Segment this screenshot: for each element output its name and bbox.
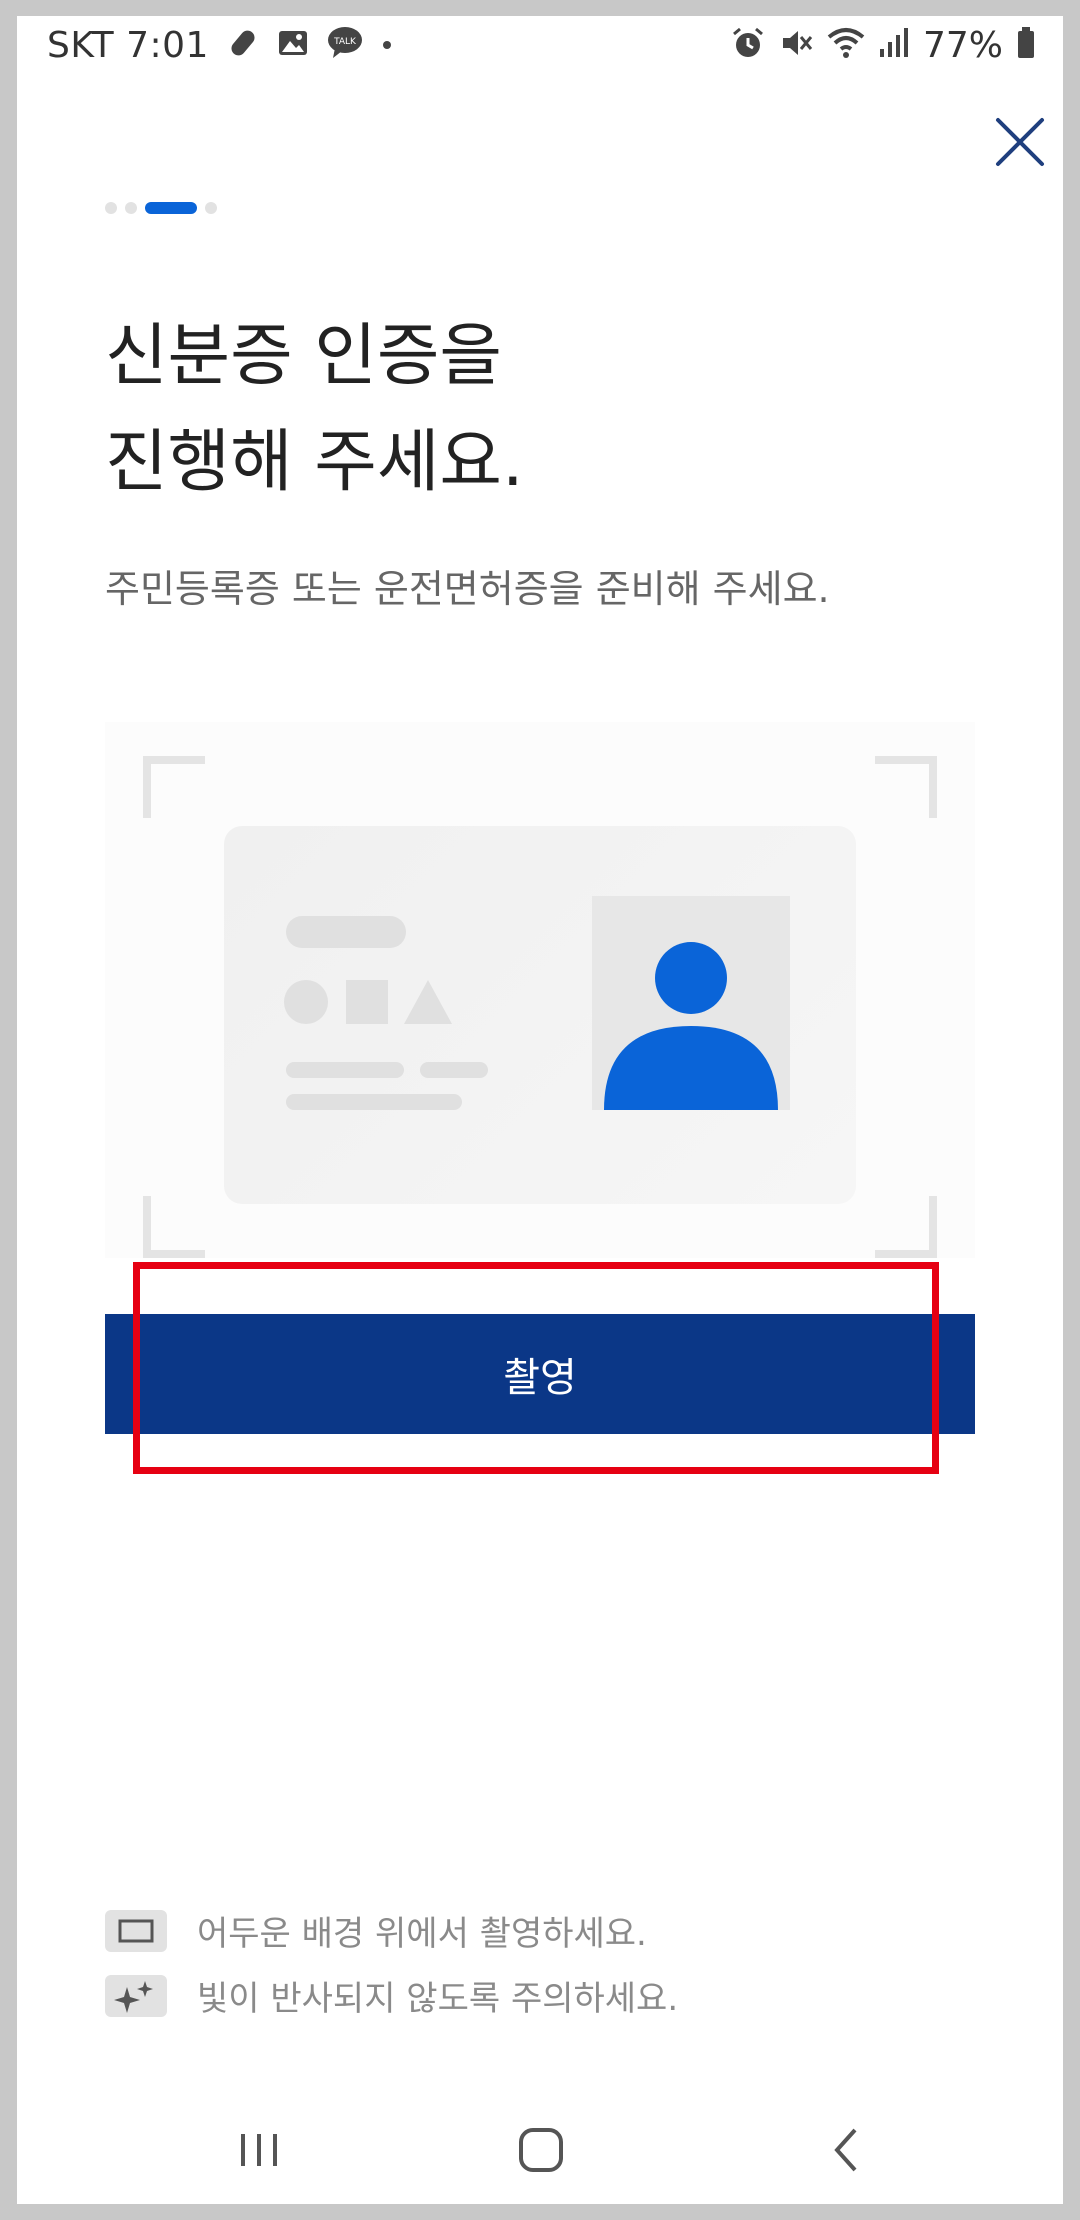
- id-card-line-placeholder: [420, 1062, 488, 1078]
- progress-dot: [205, 202, 217, 214]
- dark-background-icon: [105, 1909, 167, 1952]
- capture-button[interactable]: 촬영: [105, 1314, 975, 1434]
- tip-no-glare: 빛이 반사되지 않도록 주의하세요.: [105, 1971, 678, 2020]
- recent-apps-button[interactable]: [199, 2096, 319, 2204]
- screen: SKT 7:01 TALK 77% 신분증 인증을 진행해 주세요. 주민등록증…: [17, 16, 1063, 2204]
- close-button[interactable]: [975, 98, 1063, 188]
- frame-corner-bottom-left: [143, 1196, 205, 1258]
- medicine-icon: [227, 27, 259, 63]
- battery-percent: 77%: [922, 24, 1003, 66]
- battery-icon: [1017, 27, 1035, 63]
- id-card-illustration: [105, 722, 975, 1258]
- tip-text: 빛이 반사되지 않도록 주의하세요.: [197, 1979, 679, 2019]
- id-card-photo: [592, 896, 790, 1110]
- tip-text: 어두운 배경 위에서 촬영하세요.: [197, 1914, 647, 1954]
- signal-icon: [879, 27, 909, 63]
- person-icon: [604, 942, 778, 1110]
- glare-icon: [105, 1974, 167, 2017]
- id-card-text-placeholder: [286, 916, 406, 948]
- capture-button-label: 촬영: [503, 1355, 577, 1401]
- id-card-line-placeholder: [286, 1062, 404, 1078]
- id-card-shapes-icon: [284, 980, 452, 1024]
- recent-apps-icon: [241, 2134, 277, 2166]
- mute-icon: [779, 26, 813, 64]
- progress-dot: [105, 202, 117, 214]
- system-nav-bar: [17, 2096, 1063, 2204]
- svg-text:TALK: TALK: [333, 37, 357, 47]
- kakaotalk-icon: TALK: [327, 26, 363, 64]
- gallery-icon: [277, 27, 309, 63]
- progress-dot: [125, 202, 137, 214]
- page-title: 신분증 인증을 진행해 주세요.: [105, 317, 524, 502]
- step-progress-indicator: [105, 202, 217, 214]
- home-icon: [519, 2128, 563, 2172]
- close-icon: [996, 118, 1044, 166]
- alarm-icon: [731, 26, 765, 64]
- home-button[interactable]: [481, 2096, 601, 2204]
- id-card-graphic: [224, 826, 856, 1204]
- progress-dot-active: [145, 202, 197, 214]
- tip-dark-background: 어두운 배경 위에서 촬영하세요.: [105, 1906, 647, 1955]
- back-button[interactable]: [787, 2096, 907, 2204]
- id-card-line-placeholder: [286, 1094, 462, 1110]
- wifi-icon: [827, 26, 865, 64]
- dot-icon: [381, 36, 393, 55]
- frame-corner-top-left: [143, 756, 205, 818]
- page-subtitle: 주민등록증 또는 운전면허증을 준비해 주세요.: [105, 567, 830, 611]
- frame-corner-top-right: [875, 756, 937, 818]
- back-icon: [834, 2128, 857, 2172]
- status-carrier-time: SKT 7:01: [47, 24, 209, 66]
- status-bar: SKT 7:01 TALK 77%: [17, 16, 1063, 74]
- frame-corner-bottom-right: [875, 1196, 937, 1258]
